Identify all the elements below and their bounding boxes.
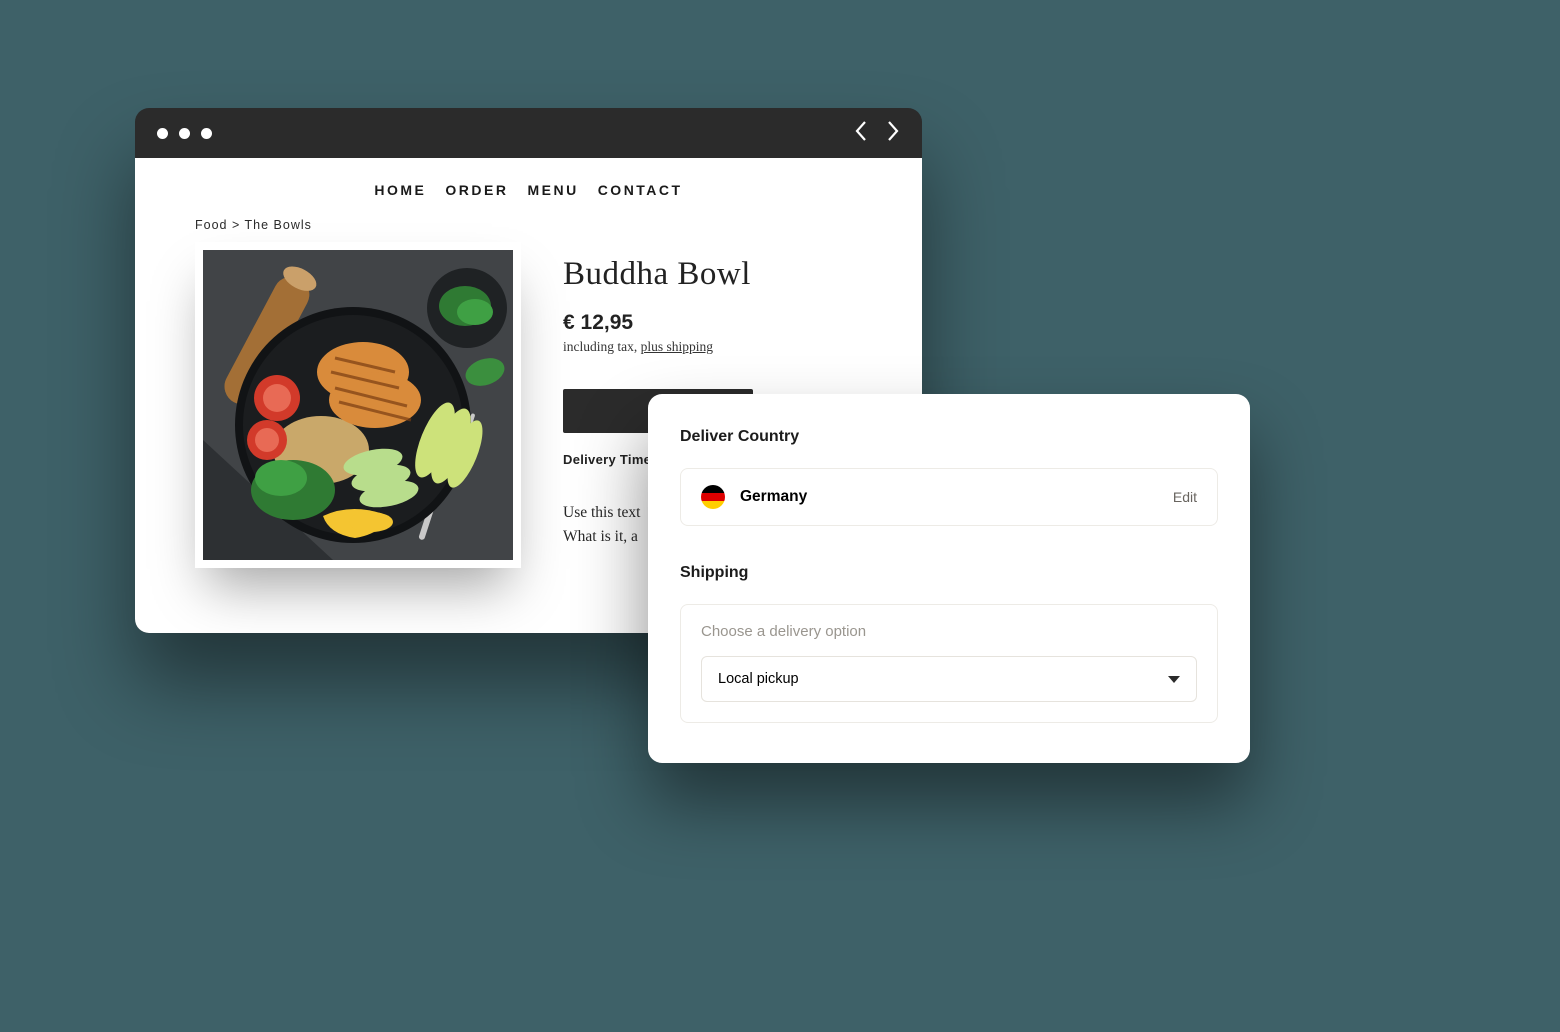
- product-price: € 12,95: [563, 311, 753, 335]
- product-image-frame: [195, 242, 521, 568]
- shipping-hint: Choose a delivery option: [701, 623, 1197, 640]
- crumb-leaf[interactable]: The Bowls: [245, 218, 312, 232]
- shipping-link[interactable]: plus shipping: [641, 339, 713, 354]
- nav-arrows: [854, 120, 900, 147]
- nav-order[interactable]: ORDER: [445, 182, 508, 198]
- back-icon[interactable]: [854, 120, 868, 147]
- product-image: [203, 250, 513, 560]
- country-left: Germany: [701, 485, 807, 509]
- chevron-down-icon: [1168, 676, 1180, 683]
- product-tax-note: including tax, plus shipping: [563, 339, 753, 355]
- nav-menu[interactable]: MENU: [527, 182, 578, 198]
- forward-icon[interactable]: [886, 120, 900, 147]
- desc-line: Use this text: [563, 504, 641, 521]
- crumb-sep: >: [232, 218, 240, 232]
- nav-home[interactable]: HOME: [374, 182, 426, 198]
- product-title: Buddha Bowl: [563, 256, 753, 293]
- shipping-select-value: Local pickup: [718, 671, 799, 687]
- shipping-select[interactable]: Local pickup: [701, 656, 1197, 702]
- country-card: Germany Edit: [680, 468, 1218, 526]
- edit-country-button[interactable]: Edit: [1173, 489, 1197, 505]
- tax-text: including tax,: [563, 339, 641, 354]
- country-row: Germany Edit: [701, 485, 1197, 509]
- country-name: Germany: [740, 488, 807, 506]
- desc-line: What is it, a: [563, 528, 638, 545]
- top-nav: HOME ORDER MENU CONTACT: [195, 158, 862, 218]
- window-dot[interactable]: [157, 128, 168, 139]
- checkout-panel: Deliver Country Germany Edit Shipping Ch…: [648, 394, 1250, 763]
- shipping-card: Choose a delivery option Local pickup: [680, 604, 1218, 723]
- germany-flag-icon: [701, 485, 725, 509]
- breadcrumb: Food > The Bowls: [195, 218, 862, 232]
- shipping-section: Shipping Choose a delivery option Local …: [680, 564, 1218, 723]
- window-dot[interactable]: [201, 128, 212, 139]
- titlebar: [135, 108, 922, 158]
- window-controls: [157, 128, 212, 139]
- nav-contact[interactable]: CONTACT: [598, 182, 683, 198]
- shipping-label: Shipping: [680, 564, 1218, 582]
- window-dot[interactable]: [179, 128, 190, 139]
- crumb-root[interactable]: Food: [195, 218, 228, 232]
- deliver-country-label: Deliver Country: [680, 428, 1218, 446]
